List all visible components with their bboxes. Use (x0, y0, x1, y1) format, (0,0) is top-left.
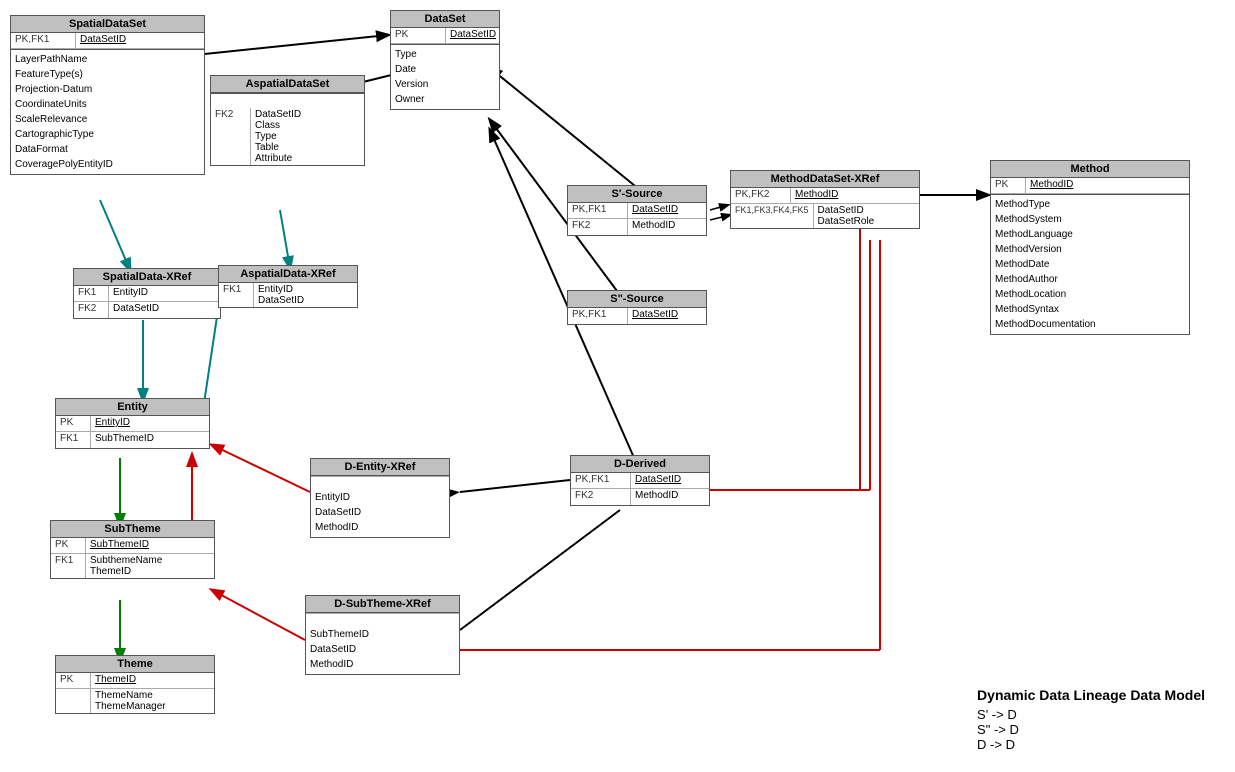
entity-title: Entity (56, 399, 209, 416)
dataset-pk-key: PK (391, 28, 446, 43)
theme-title: Theme (56, 656, 214, 673)
ssource-pk-key: PK,FK1 (568, 203, 628, 218)
entity-fk1-key: FK1 (56, 432, 91, 448)
aspatial-dataset-title: AspatialDataSet (211, 76, 364, 93)
theme-table: Theme PK ThemeID ThemeNameThemeManager (55, 655, 215, 714)
sdataset-fields: LayerPathNameFeatureType(s)Projection-Da… (11, 50, 204, 174)
s-source-table: S'-Source PK,FK1 DataSetID FK2 MethodID (567, 185, 707, 236)
s2-source-title: S"-Source (568, 291, 706, 308)
sdataset-pk-key: PK,FK1 (11, 33, 76, 48)
dderived-fk2-key: FK2 (571, 489, 631, 505)
legend-line3: D -> D (977, 737, 1205, 752)
subtheme-fk1-field: SubthemeNameThemeID (86, 554, 166, 578)
theme-pk-key: PK (56, 673, 91, 688)
legend-line1: S' -> D (977, 707, 1205, 722)
legend-title: Dynamic Data Lineage Data Model (977, 687, 1205, 703)
method-dataset-xref-title: MethodDataSet-XRef (731, 171, 919, 188)
d-derived-title: D-Derived (571, 456, 709, 473)
legend: Dynamic Data Lineage Data Model S' -> D … (977, 687, 1205, 752)
method-pk-key: PK (991, 178, 1026, 193)
entity-pk-field: EntityID (91, 416, 134, 431)
dderived-pk-key: PK,FK1 (571, 473, 631, 488)
method-pk-field: MethodID (1026, 178, 1077, 193)
d-derived-table: D-Derived PK,FK1 DataSetID FK2 MethodID (570, 455, 710, 506)
spatial-dataset-title: SpatialDataSet (11, 16, 204, 33)
adataset-fk2-key: FK2 (211, 108, 251, 165)
s-source-title: S'-Source (568, 186, 706, 203)
legend-line2: S" -> D (977, 722, 1205, 737)
aspatial-xref-table: AspatialData-XRef FK1 EntityIDDataSetID (218, 265, 358, 308)
subtheme-table: SubTheme PK SubThemeID FK1 SubthemeNameT… (50, 520, 215, 579)
d-entity-xref-table: D-Entity-XRef EntityIDDataSetIDMethodID (310, 458, 450, 538)
mdxref-fk-field: DataSetIDDataSetRole (814, 204, 879, 228)
entity-table: Entity PK EntityID FK1 SubThemeID (55, 398, 210, 449)
adataset-fk2-field: DataSetIDClassTypeTableAttribute (251, 108, 305, 165)
diagram-container: DataSet PK DataSetID TypeDateVersionOwne… (0, 0, 1235, 772)
s2source-pk-key: PK,FK1 (568, 308, 628, 324)
sxref-fk2-key: FK2 (74, 302, 109, 318)
axref-fk1-field: EntityIDDataSetID (254, 283, 308, 307)
subtheme-fk1-key: FK1 (51, 554, 86, 578)
subtheme-pk-key: PK (51, 538, 86, 553)
entity-pk-key: PK (56, 416, 91, 431)
dataset-title: DataSet (391, 11, 499, 28)
d-subtheme-xref-title: D-SubTheme-XRef (306, 596, 459, 613)
d-subtheme-xref-table: D-SubTheme-XRef SubThemeIDDataSetIDMetho… (305, 595, 460, 675)
mdxref-pk-key: PK,FK2 (731, 188, 791, 203)
theme-empty-key (56, 689, 91, 713)
method-fields: MethodTypeMethodSystemMethodLanguageMeth… (991, 195, 1189, 334)
dataset-fields: TypeDateVersionOwner (391, 45, 499, 109)
dderived-pk-field: DataSetID (631, 473, 685, 488)
entity-fk1-field: SubThemeID (91, 432, 158, 448)
method-dataset-xref-table: MethodDataSet-XRef PK,FK2 MethodID FK1,F… (730, 170, 920, 229)
theme-fields: ThemeNameThemeManager (91, 689, 170, 713)
sxref-fk2-field: DataSetID (109, 302, 163, 318)
spatial-xref-table: SpatialData-XRef FK1 EntityID FK2 DataSe… (73, 268, 221, 319)
d-entity-xref-title: D-Entity-XRef (311, 459, 449, 476)
ssource-pk-field: DataSetID (628, 203, 682, 218)
spatial-dataset-table: SpatialDataSet PK,FK1 DataSetID LayerPat… (10, 15, 205, 175)
ssource-fk2-key: FK2 (568, 219, 628, 235)
subtheme-title: SubTheme (51, 521, 214, 538)
axref-fk1-key: FK1 (219, 283, 254, 307)
dataset-table: DataSet PK DataSetID TypeDateVersionOwne… (390, 10, 500, 110)
sxref-fk1-field: EntityID (109, 286, 152, 301)
s2-source-table: S"-Source PK,FK1 DataSetID (567, 290, 707, 325)
dataset-pk-field: DataSetID (446, 28, 500, 43)
dderived-fk2-field: MethodID (631, 489, 682, 505)
s2source-pk-field: DataSetID (628, 308, 682, 324)
mdxref-pk-field: MethodID (791, 188, 842, 203)
sdataset-pk-field: DataSetID (76, 33, 130, 48)
spatial-xref-title: SpatialData-XRef (74, 269, 220, 286)
aspatial-dataset-table: AspatialDataSet FK2 DataSetIDClassTypeTa… (210, 75, 365, 166)
theme-pk-field: ThemeID (91, 673, 140, 688)
ssource-fk2-field: MethodID (628, 219, 679, 235)
d-entity-xref-fields: EntityIDDataSetIDMethodID (311, 488, 449, 537)
sxref-fk1-key: FK1 (74, 286, 109, 301)
mdxref-fk-key: FK1,FK3,FK4,FK5 (731, 204, 814, 228)
method-title: Method (991, 161, 1189, 178)
subtheme-pk-field: SubThemeID (86, 538, 153, 553)
method-table: Method PK MethodID MethodTypeMethodSyste… (990, 160, 1190, 335)
d-subtheme-xref-fields: SubThemeIDDataSetIDMethodID (306, 625, 459, 674)
aspatial-xref-title: AspatialData-XRef (219, 266, 357, 283)
